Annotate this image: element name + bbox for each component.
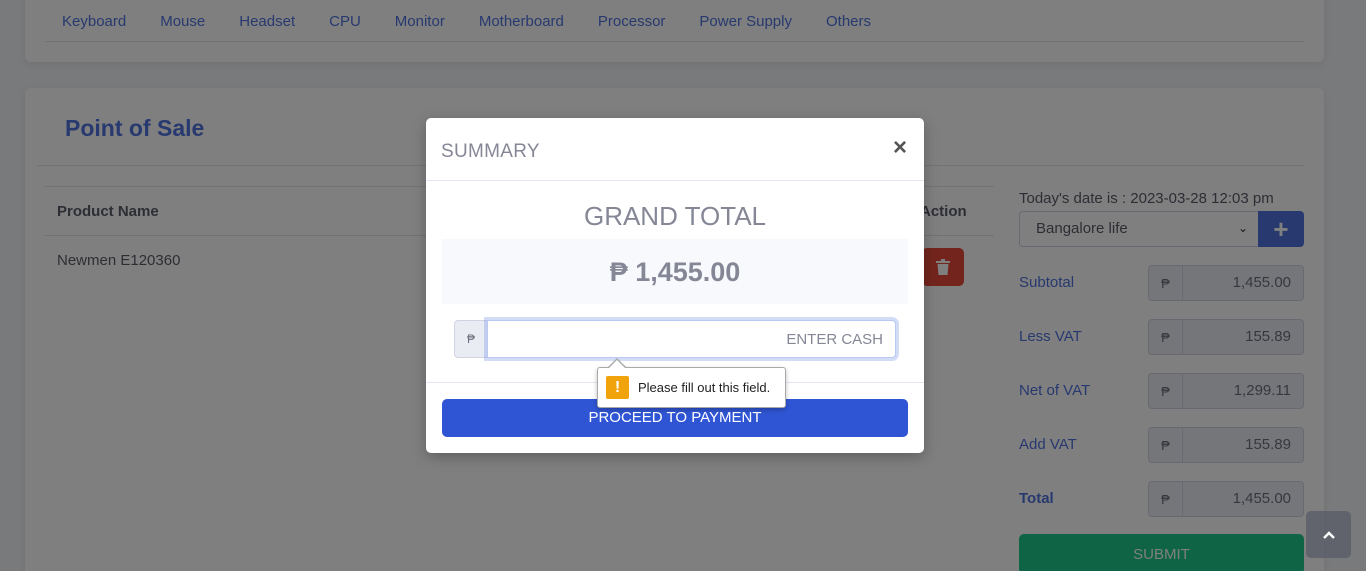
warning-icon: ! (606, 376, 629, 399)
grand-total-box: ₱ 1,455.00 (442, 239, 908, 304)
cash-currency-prefix: ₱ (454, 320, 488, 358)
chevron-up-icon (1322, 530, 1335, 539)
tooltip-arrow (608, 360, 626, 369)
validation-message: Please fill out this field. (638, 380, 771, 395)
close-icon[interactable]: × (893, 136, 907, 160)
validation-tooltip: ! Please fill out this field. (597, 367, 786, 408)
grand-total-value: ₱ 1,455.00 (609, 257, 741, 287)
divider (426, 180, 924, 181)
cash-input[interactable] (487, 320, 896, 358)
scroll-to-top-button[interactable] (1306, 511, 1351, 558)
modal-title: SUMMARY (441, 141, 540, 162)
grand-total-label: GRAND TOTAL (583, 201, 767, 231)
